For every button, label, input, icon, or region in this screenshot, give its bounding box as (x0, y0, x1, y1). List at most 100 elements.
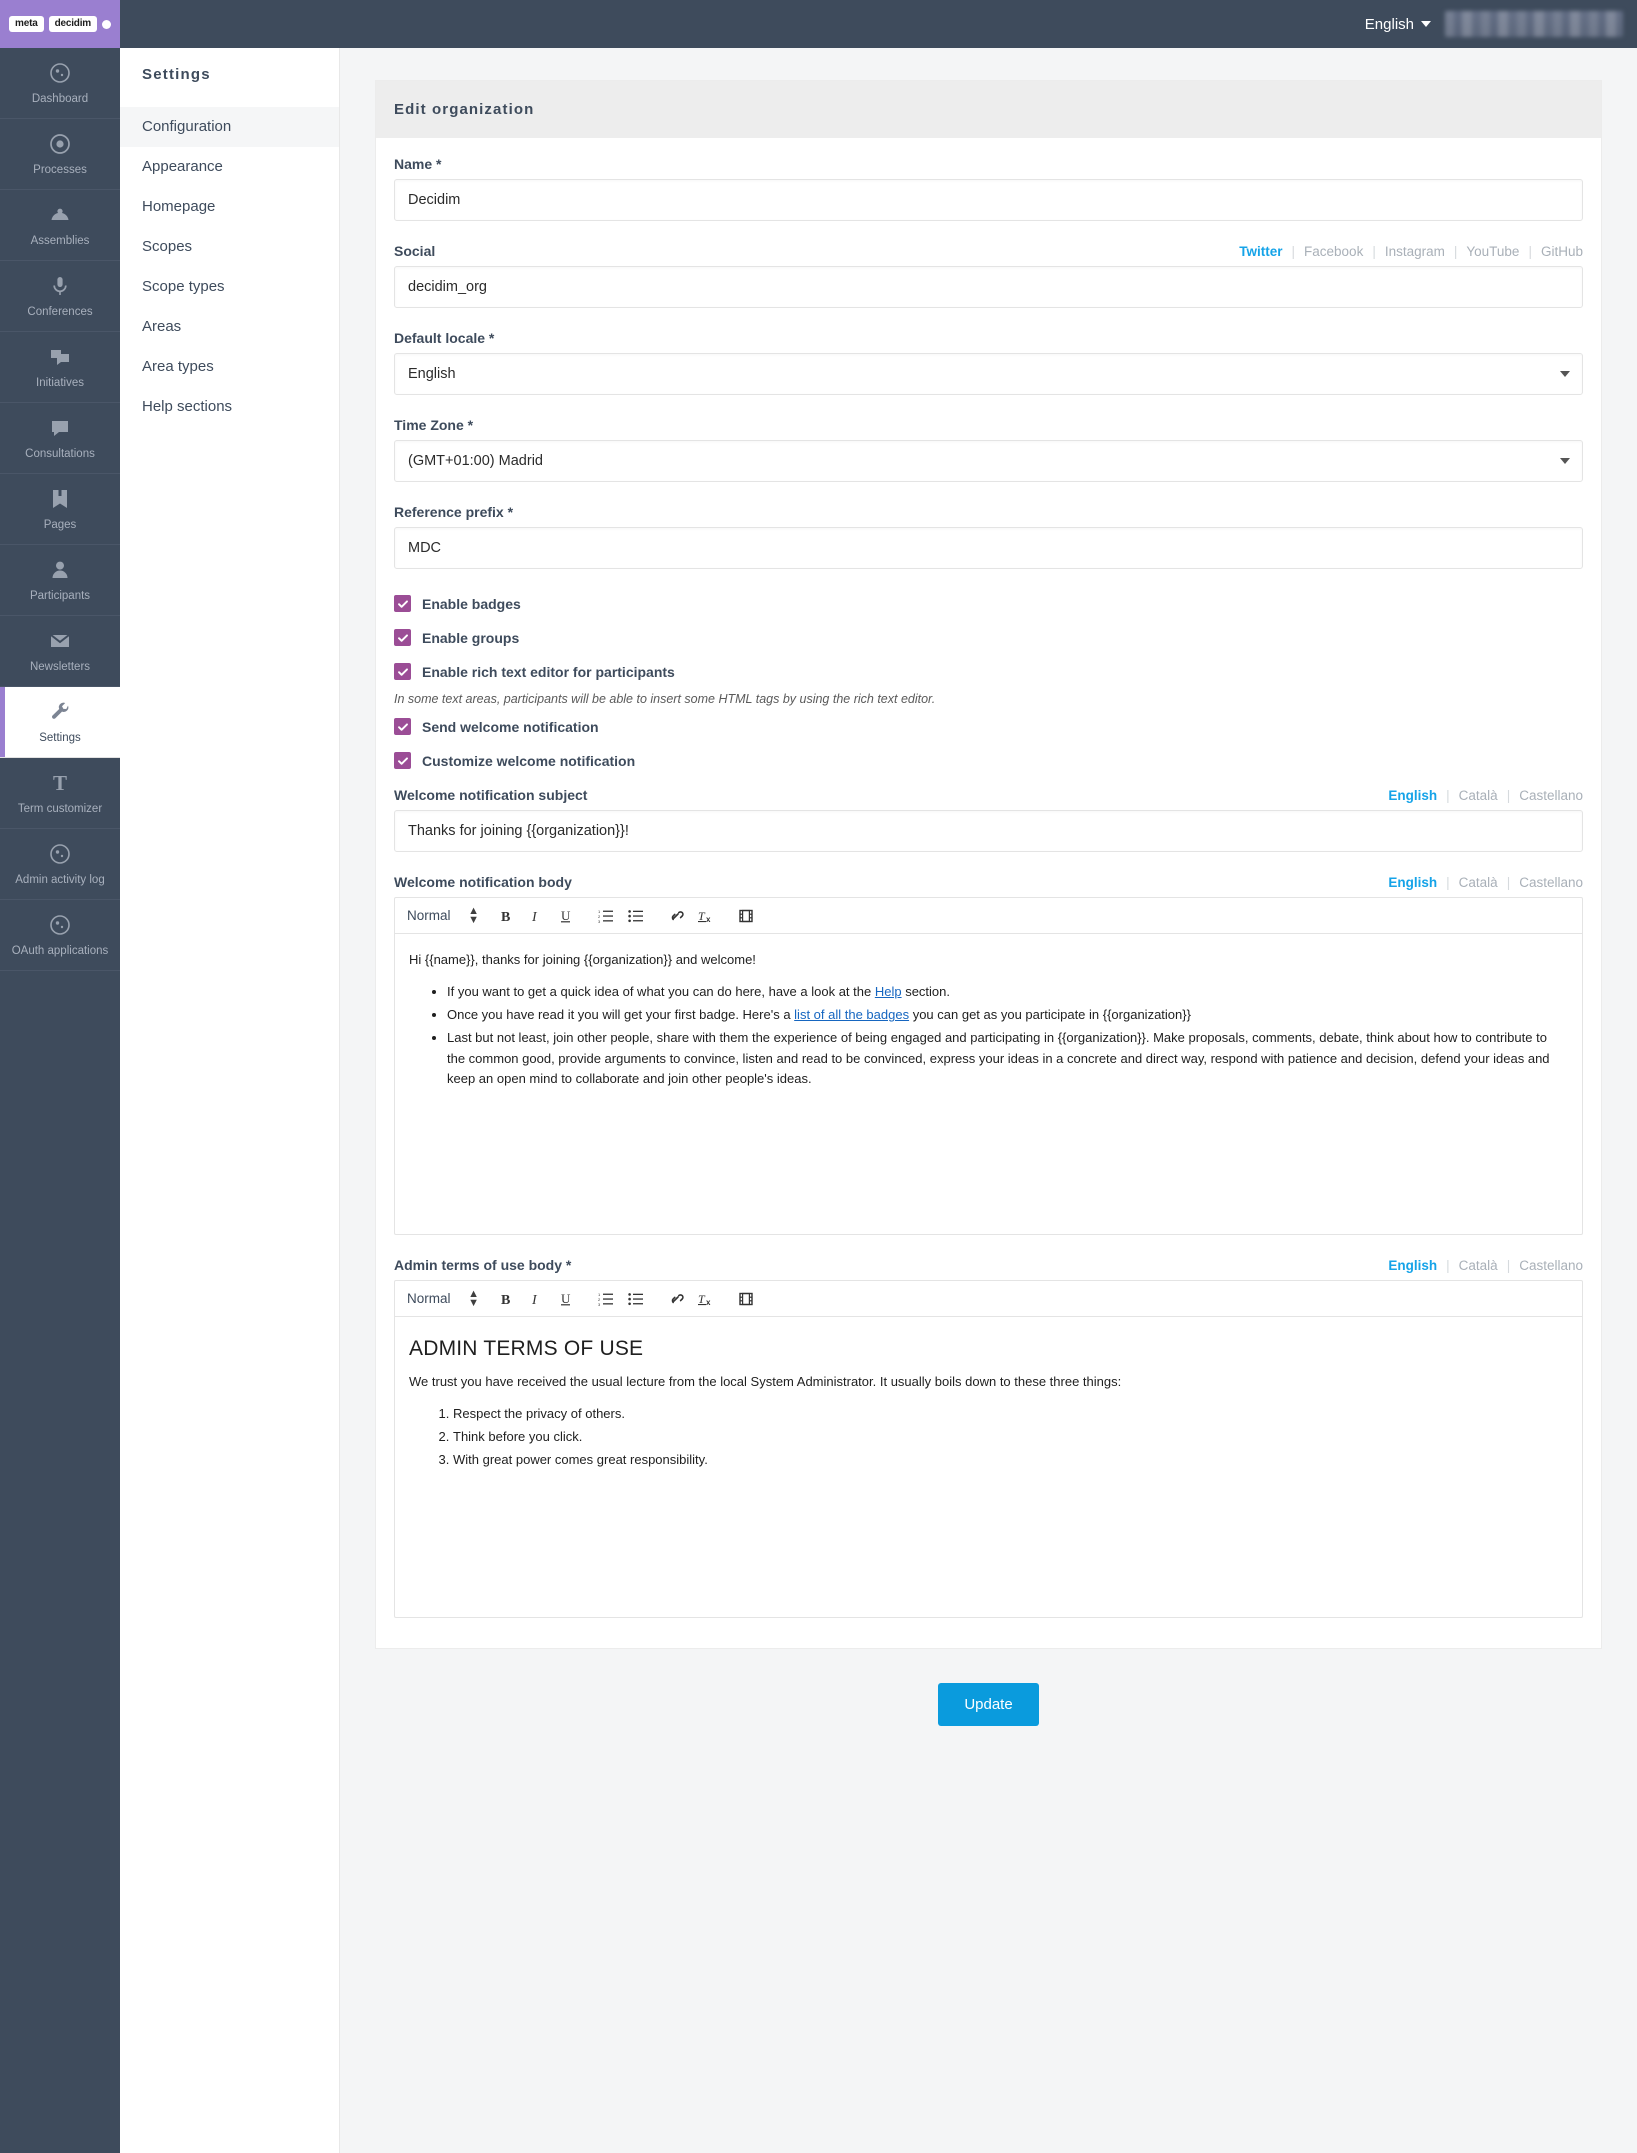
sidebar-item-pages[interactable]: Pages (0, 474, 120, 545)
bold-icon[interactable]: B (493, 903, 519, 929)
bullet-list-icon[interactable] (623, 1286, 649, 1312)
time-zone-select[interactable]: (GMT+01:00) Madrid (394, 440, 1583, 482)
welcome-subject-input[interactable] (394, 810, 1583, 852)
format-dropdown[interactable]: Normal ▲ ▼ (407, 1286, 481, 1312)
wrench-icon (48, 700, 72, 727)
name-input[interactable] (394, 179, 1583, 221)
link-icon[interactable] (663, 903, 689, 929)
stepper-icon: ▲ ▼ (468, 1288, 479, 1309)
user-account-redacted[interactable] (1445, 11, 1623, 37)
svg-text:x: x (706, 915, 711, 924)
subnav-item-scope-types[interactable]: Scope types (120, 267, 339, 307)
checkbox-row-customize-welcome-notification[interactable]: Customize welcome notification (394, 752, 1583, 769)
sidebar-item-consultations[interactable]: Consultations (0, 403, 120, 474)
sidebar-item-conferences[interactable]: Conferences (0, 261, 120, 332)
required-marker: * (565, 1257, 572, 1273)
social-handle-input[interactable] (394, 266, 1583, 308)
sidebar-item-dashboard[interactable]: Dashboard (0, 48, 120, 119)
admin-terms-content[interactable]: ADMIN TERMS OF USE We trust you have rec… (395, 1317, 1582, 1617)
bullet-list-icon[interactable] (623, 903, 649, 929)
checkbox-row-enable-badges[interactable]: Enable badges (394, 595, 1583, 612)
svg-text:B: B (501, 1293, 510, 1307)
social-tab-youtube[interactable]: YouTube (1457, 244, 1528, 259)
ordered-list-icon[interactable]: 123 (593, 1286, 619, 1312)
subnav-item-scopes[interactable]: Scopes (120, 227, 339, 267)
subnav-item-homepage[interactable]: Homepage (120, 187, 339, 227)
subnav-item-configuration[interactable]: Configuration (120, 107, 339, 147)
italic-icon[interactable]: I (523, 1286, 549, 1312)
link-icon[interactable] (663, 1286, 689, 1312)
subnav-item-help-sections[interactable]: Help sections (120, 387, 339, 427)
checkbox-checked-icon[interactable] (394, 718, 411, 735)
reference-prefix-label: Reference prefix * (394, 504, 1583, 520)
checkbox-row-enable-groups[interactable]: Enable groups (394, 629, 1583, 646)
subnav-item-areas[interactable]: Areas (120, 307, 339, 347)
locale-tab-english[interactable]: English (1379, 788, 1446, 803)
clear-format-icon[interactable]: Tx (693, 903, 719, 929)
rich-text-editor-hint: In some text areas, participants will be… (394, 692, 936, 706)
format-dropdown-label: Normal (407, 1291, 451, 1306)
brand-logo[interactable]: meta decidim (0, 0, 120, 48)
locale-tab-catala[interactable]: Català (1450, 1258, 1507, 1273)
video-icon[interactable] (733, 903, 759, 929)
default-locale-select[interactable]: English (394, 353, 1583, 395)
locale-tab-castellano[interactable]: Castellano (1510, 788, 1583, 803)
checkbox-row-send-welcome-notification[interactable]: Send welcome notification (394, 718, 1583, 735)
sidebar-item-participants[interactable]: Participants (0, 545, 120, 616)
feature-toggles: Enable badges Enable groups Enable rich … (394, 595, 1583, 769)
time-zone-label: Time Zone * (394, 417, 1583, 433)
svg-text:T: T (53, 771, 67, 795)
underline-icon[interactable]: U (553, 1286, 579, 1312)
checkbox-checked-icon[interactable] (394, 752, 411, 769)
checkbox-row-enable-rich-text-editor[interactable]: Enable rich text editor for participants (394, 663, 1583, 680)
checkbox-checked-icon[interactable] (394, 595, 411, 612)
italic-icon[interactable]: I (523, 903, 549, 929)
social-tab-twitter[interactable]: Twitter (1230, 244, 1291, 259)
checkbox-checked-icon[interactable] (394, 663, 411, 680)
locale-tab-catala[interactable]: Català (1450, 875, 1507, 890)
sidebar-item-initiatives[interactable]: Initiatives (0, 332, 120, 403)
sidebar-item-oauth-applications[interactable]: OAuth applications (0, 900, 120, 971)
welcome-subject-field-row: Welcome notification subject English | Ca… (394, 787, 1583, 852)
edit-organization-card: Edit organization Name * Social Twitter|… (375, 80, 1602, 1649)
welcome-body-label: Welcome notification body (394, 874, 572, 890)
clear-format-icon[interactable]: Tx (693, 1286, 719, 1312)
social-tab-github[interactable]: GitHub (1532, 244, 1583, 259)
required-marker: * (436, 156, 442, 172)
subnav-item-area-types[interactable]: Area types (120, 347, 339, 387)
sidebar-item-label: Newsletters (29, 661, 91, 673)
social-tab-instagram[interactable]: Instagram (1376, 244, 1454, 259)
video-icon[interactable] (733, 1286, 759, 1312)
subnav-item-appearance[interactable]: Appearance (120, 147, 339, 187)
locale-tab-english[interactable]: English (1379, 1258, 1446, 1273)
help-link[interactable]: Help (875, 984, 902, 999)
sidebar-item-label: Term customizer (17, 803, 103, 815)
locale-tab-castellano[interactable]: Castellano (1510, 875, 1583, 890)
list-item: Think before you click. (453, 1427, 1568, 1447)
social-tab-facebook[interactable]: Facebook (1295, 244, 1372, 259)
locale-tab-english[interactable]: English (1379, 875, 1446, 890)
bold-icon[interactable]: B (493, 1286, 519, 1312)
ordered-list-icon[interactable]: 123 (593, 903, 619, 929)
language-selector[interactable]: English (1365, 16, 1431, 33)
locale-tab-castellano[interactable]: Castellano (1510, 1258, 1583, 1273)
welcome-body-content[interactable]: Hi {{name}}, thanks for joining {{organi… (395, 934, 1582, 1234)
underline-icon[interactable]: U (553, 903, 579, 929)
format-dropdown[interactable]: Normal ▲ ▼ (407, 903, 481, 929)
main-sidebar: Dashboard Processes Assemblies Conferenc… (0, 48, 120, 2153)
svg-text:B: B (501, 910, 510, 924)
sidebar-item-assemblies[interactable]: Assemblies (0, 190, 120, 261)
admin-terms-locale-tabs: English | Català | Castellano (1379, 1258, 1583, 1273)
sidebar-item-settings[interactable]: Settings (0, 687, 120, 758)
locale-tab-catala[interactable]: Català (1450, 788, 1507, 803)
checkbox-checked-icon[interactable] (394, 629, 411, 646)
list-item: If you want to get a quick idea of what … (447, 982, 1568, 1002)
sidebar-item-term-customizer[interactable]: T Term customizer (0, 758, 120, 829)
sidebar-item-label: Consultations (25, 448, 95, 460)
sidebar-item-admin-activity-log[interactable]: Admin activity log (0, 829, 120, 900)
badges-link[interactable]: list of all the badges (794, 1007, 909, 1022)
sidebar-item-processes[interactable]: Processes (0, 119, 120, 190)
sidebar-item-newsletters[interactable]: Newsletters (0, 616, 120, 687)
update-button[interactable]: Update (938, 1683, 1039, 1726)
reference-prefix-input[interactable] (394, 527, 1583, 569)
